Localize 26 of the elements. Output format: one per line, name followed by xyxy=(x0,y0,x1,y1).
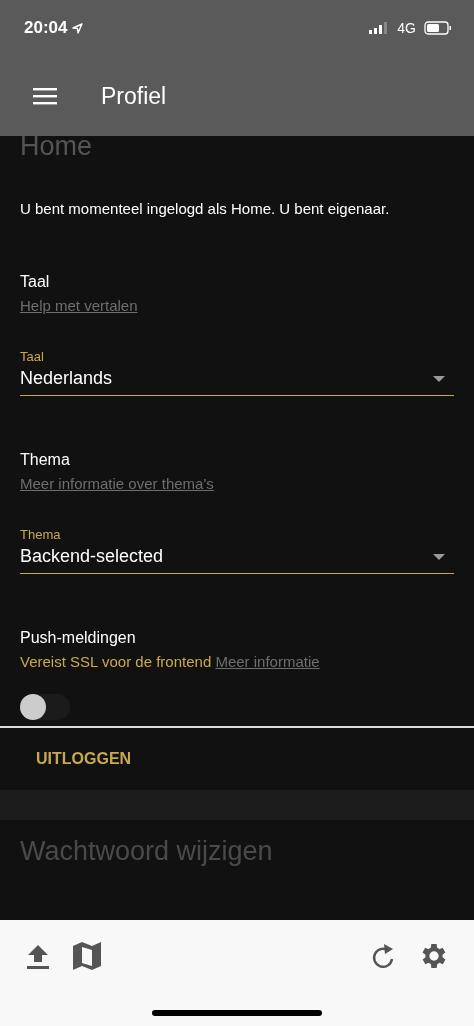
help-link[interactable]: Meer informatie over thema's xyxy=(20,475,214,492)
requirement-note: Vereist SSL voor de frontend xyxy=(20,653,212,670)
info-link[interactable]: Meer informatie xyxy=(215,653,320,670)
help-link[interactable]: Help met vertalen xyxy=(20,297,138,314)
card-heading: Wachtwoord wijzigen xyxy=(20,836,274,867)
battery-icon xyxy=(424,21,452,35)
select-field[interactable]: Thema Backend-selected xyxy=(20,527,454,574)
setting-title: Taal xyxy=(20,273,51,291)
dropdown-icon xyxy=(433,375,445,382)
upload-icon[interactable] xyxy=(26,943,50,969)
dropdown-icon xyxy=(433,553,445,560)
card-heading: Home xyxy=(20,130,94,158)
intro-text: U bent momenteel ingelogd als Home. U bent eigenaar. xyxy=(20,200,391,217)
setting-title: Push-meldingen xyxy=(20,629,137,647)
network-label: 4G xyxy=(397,20,416,36)
refresh-icon[interactable] xyxy=(370,942,396,970)
page-title: Profiel xyxy=(101,82,167,110)
toggle-switch[interactable] xyxy=(20,694,70,720)
logout-button[interactable]: UITLOGGEN xyxy=(26,742,142,776)
location-icon xyxy=(72,22,84,34)
setting-title: Thema xyxy=(20,451,71,469)
select-field[interactable]: Taal Nederlands xyxy=(20,349,454,396)
map-icon[interactable] xyxy=(72,941,102,971)
status-time: 20:04 xyxy=(24,18,68,38)
menu-icon[interactable] xyxy=(33,87,57,105)
signal-icon xyxy=(369,22,390,34)
